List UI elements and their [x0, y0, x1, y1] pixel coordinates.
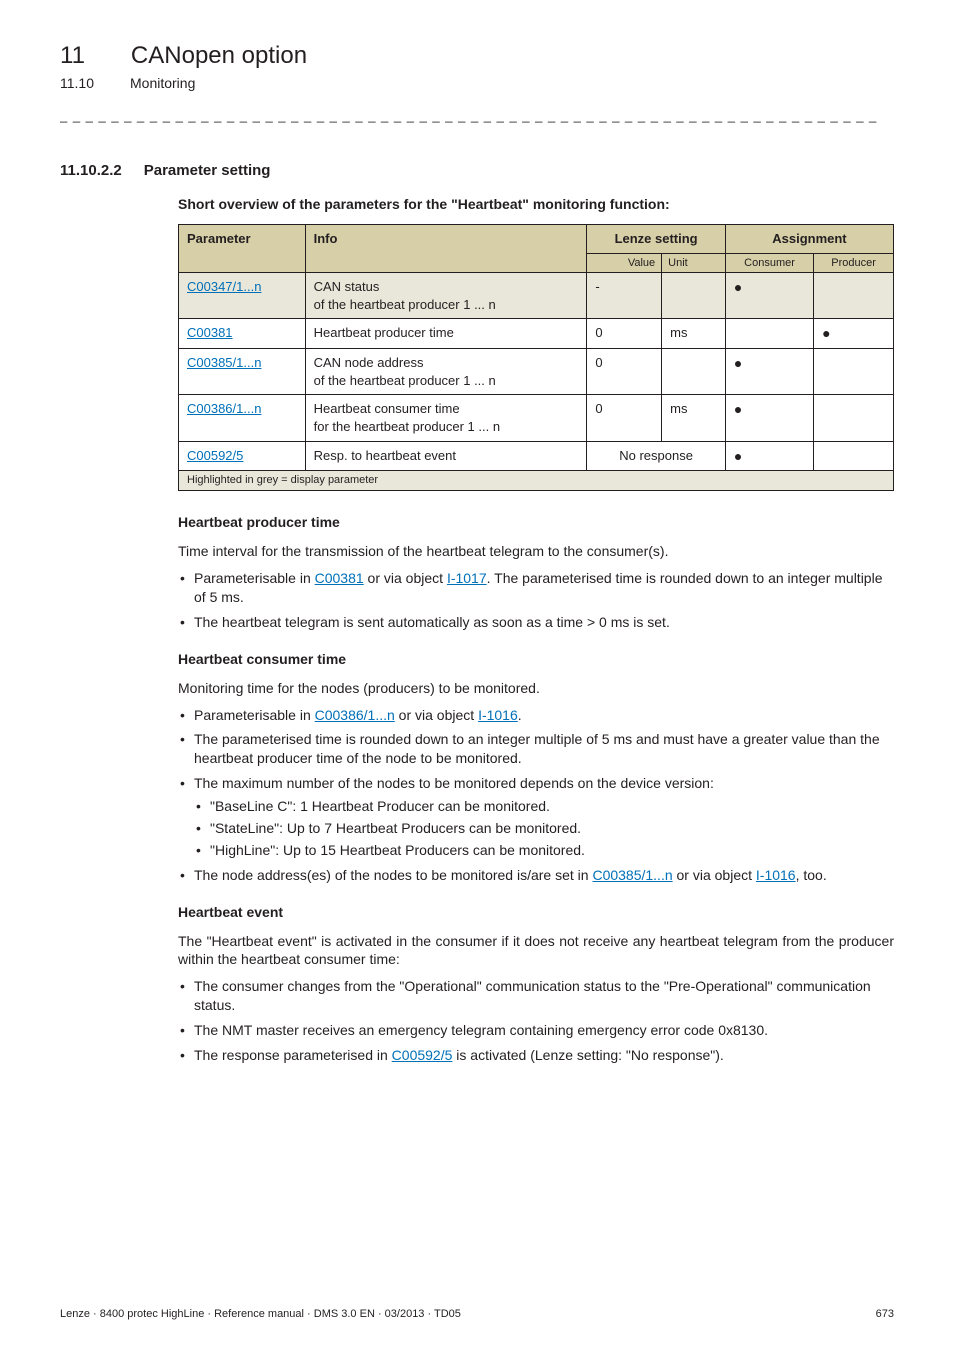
hb-consumer-intro: Monitoring time for the nodes (producers… — [178, 679, 894, 698]
hb-producer-intro: Time interval for the transmission of th… — [178, 542, 894, 561]
text: or via object — [395, 707, 478, 723]
list-item: The consumer changes from the "Operation… — [178, 977, 894, 1015]
text: The response parameterised in — [194, 1047, 392, 1063]
cell-value: - — [587, 273, 662, 319]
table-row: C00347/1...n CAN status of the heartbeat… — [179, 273, 894, 319]
hb-event-intro: The "Heartbeat event" is activated in th… — [178, 932, 894, 970]
list-item: "BaseLine C": 1 Heartbeat Producer can b… — [194, 797, 894, 816]
cell-info: CAN node address of the heartbeat produc… — [305, 349, 587, 395]
param-link[interactable]: C00592/5 — [392, 1047, 453, 1063]
table-row: C00381 Heartbeat producer time 0 ms ● — [179, 319, 894, 349]
cell-unit — [662, 349, 726, 395]
subsection-number: 11.10.2.2 — [60, 161, 122, 181]
text: or via object — [673, 867, 756, 883]
th-lenze: Lenze setting — [587, 224, 726, 253]
cell-info: Heartbeat producer time — [305, 319, 587, 349]
hb-event-title: Heartbeat event — [178, 903, 894, 922]
list-item: The parameterised time is rounded down t… — [178, 730, 894, 768]
list-item: "StateLine": Up to 7 Heartbeat Producers… — [194, 819, 894, 838]
chapter-title: CANopen option — [131, 40, 307, 72]
hb-consumer-title: Heartbeat consumer time — [178, 650, 894, 669]
object-link[interactable]: I-1017 — [447, 570, 487, 586]
cell-value: 0 — [587, 395, 662, 441]
cell-value: 0 — [587, 319, 662, 349]
cell-unit — [662, 273, 726, 319]
divider: _ _ _ _ _ _ _ _ _ _ _ _ _ _ _ _ _ _ _ _ … — [60, 107, 894, 125]
cell-producer: ● — [814, 319, 894, 349]
text: , too. — [796, 867, 827, 883]
list-item: The heartbeat telegram is sent automatic… — [178, 613, 894, 632]
th-info: Info — [305, 224, 587, 272]
cell-value: 0 — [587, 349, 662, 395]
table-footnote: Highlighted in grey = display parameter — [179, 471, 894, 491]
th-parameter: Parameter — [179, 224, 306, 272]
cell-consumer: ● — [725, 349, 813, 395]
object-link[interactable]: I-1016 — [756, 867, 796, 883]
param-link[interactable]: C00381 — [187, 325, 233, 340]
param-link[interactable]: C00385/1...n — [187, 355, 261, 370]
param-link[interactable]: C00592/5 — [187, 448, 243, 463]
list-item: Parameterisable in C00381 or via object … — [178, 569, 894, 607]
section-number: 11.10 — [60, 74, 94, 93]
param-link[interactable]: C00381 — [315, 570, 364, 586]
cell-producer — [814, 441, 894, 471]
parameter-table: Parameter Info Lenze setting Assignment … — [178, 224, 894, 491]
cell-info: Resp. to heartbeat event — [305, 441, 587, 471]
chapter-number: 11 — [60, 40, 85, 72]
cell-unit: ms — [662, 395, 726, 441]
th-unit: Unit — [662, 253, 726, 273]
cell-consumer: ● — [725, 441, 813, 471]
cell-info: Heartbeat consumer time for the heartbea… — [305, 395, 587, 441]
th-assignment: Assignment — [725, 224, 893, 253]
hb-producer-title: Heartbeat producer time — [178, 513, 894, 532]
list-item: The node address(es) of the nodes to be … — [178, 866, 894, 885]
footer-left: Lenze · 8400 protec HighLine · Reference… — [60, 1307, 461, 1322]
object-link[interactable]: I-1016 — [478, 707, 518, 723]
cell-producer — [814, 273, 894, 319]
cell-producer — [814, 395, 894, 441]
cell-info: CAN status of the heartbeat producer 1 .… — [305, 273, 587, 319]
cell-value-span: No response — [587, 441, 726, 471]
text: is activated (Lenze setting: "No respons… — [452, 1047, 723, 1063]
table-row: C00385/1...n CAN node address of the hea… — [179, 349, 894, 395]
list-item: The response parameterised in C00592/5 i… — [178, 1046, 894, 1065]
param-link[interactable]: C00386/1...n — [187, 401, 261, 416]
subsection-title: Parameter setting — [144, 161, 271, 181]
cell-producer — [814, 349, 894, 395]
text: Parameterisable in — [194, 707, 315, 723]
text: The node address(es) of the nodes to be … — [194, 867, 592, 883]
table-row: C00386/1...n Heartbeat consumer time for… — [179, 395, 894, 441]
cell-consumer — [725, 319, 813, 349]
section-title: Monitoring — [130, 74, 195, 93]
list-item: The maximum number of the nodes to be mo… — [178, 774, 894, 860]
text: Parameterisable in — [194, 570, 315, 586]
table-footnote-row: Highlighted in grey = display parameter — [179, 471, 894, 491]
cell-unit: ms — [662, 319, 726, 349]
list-item: Parameterisable in C00386/1...n or via o… — [178, 706, 894, 725]
param-link[interactable]: C00385/1...n — [592, 867, 672, 883]
table-row: C00592/5 Resp. to heartbeat event No res… — [179, 441, 894, 471]
th-producer: Producer — [814, 253, 894, 273]
cell-consumer: ● — [725, 395, 813, 441]
cell-consumer: ● — [725, 273, 813, 319]
param-link[interactable]: C00347/1...n — [187, 279, 261, 294]
list-item: "HighLine": Up to 15 Heartbeat Producers… — [194, 841, 894, 860]
text: or via object — [364, 570, 447, 586]
table-caption: Short overview of the parameters for the… — [178, 195, 894, 214]
th-value: Value — [587, 253, 662, 273]
text: The maximum number of the nodes to be mo… — [194, 775, 714, 791]
text: . — [518, 707, 522, 723]
page-number: 673 — [876, 1307, 894, 1322]
list-item: The NMT master receives an emergency tel… — [178, 1021, 894, 1040]
param-link[interactable]: C00386/1...n — [315, 707, 395, 723]
th-consumer: Consumer — [725, 253, 813, 273]
